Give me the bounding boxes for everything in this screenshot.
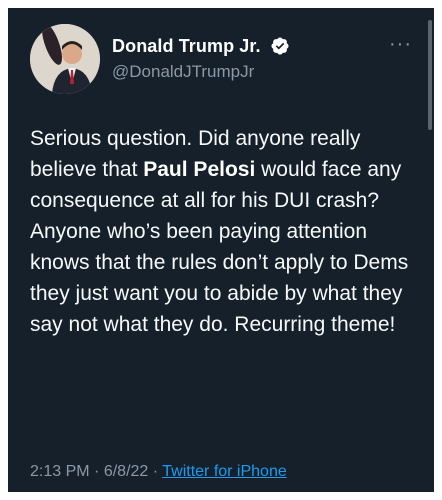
tweet-date[interactable]: 6/8/22 (104, 463, 148, 480)
verified-badge-icon (271, 37, 289, 55)
scrollbar[interactable] (428, 20, 432, 130)
tweet-card: Donald Trump Jr. @DonaldJTrumpJr ··· Ser… (8, 8, 434, 492)
tweet-meta: 2:13 PM · 6/8/22 · Twitter for iPhone (30, 463, 287, 481)
more-options-button[interactable]: ··· (389, 34, 412, 54)
tweet-text-highlight: Paul Pelosi (143, 158, 256, 181)
avatar[interactable] (30, 24, 100, 94)
tweet-time[interactable]: 2:13 PM (30, 463, 90, 480)
meta-separator-2: · (152, 463, 159, 480)
tweet-text-after: would face any consequence at all for hi… (30, 158, 409, 336)
avatar-image (30, 24, 100, 94)
author-display-name[interactable]: Donald Trump Jr. (112, 36, 261, 57)
tweet-text: Serious question. Did anyone really beli… (30, 123, 430, 340)
author-handle[interactable]: @DonaldJTrumpJr (112, 62, 254, 82)
meta-separator: · (94, 463, 100, 480)
tweet-source-link[interactable]: Twitter for iPhone (162, 463, 287, 480)
